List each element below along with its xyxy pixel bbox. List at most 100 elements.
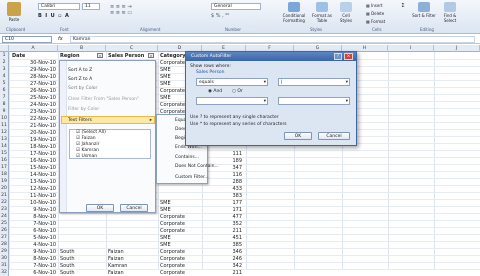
filter-by-color-item[interactable]: Filter by Color: [68, 107, 99, 112]
row-header[interactable]: 25: [0, 220, 9, 227]
row-header[interactable]: 13: [0, 136, 9, 143]
operator-2-select[interactable]: ▾: [196, 97, 268, 105]
filter-dropdown-icon[interactable]: ▾: [97, 53, 103, 58]
and-radio[interactable]: ◉ And: [208, 89, 222, 94]
or-radio[interactable]: ○ Or: [232, 89, 243, 94]
table-cell[interactable]: 6-Nov-10: [12, 270, 56, 276]
custom-filter-item[interactable]: Custom Filter...: [175, 175, 209, 180]
alignment-group-label: Alignment: [140, 27, 161, 32]
sort-filter-button[interactable]: Sort & Filter: [412, 2, 436, 18]
dialog-cancel-button[interactable]: Cancel: [318, 132, 350, 140]
filter-cancel-button[interactable]: Cancel: [120, 204, 148, 212]
column-header-j[interactable]: J: [434, 45, 480, 52]
row-header[interactable]: 16: [0, 157, 9, 164]
chevron-down-icon: ▾: [345, 80, 348, 85]
font-name-select[interactable]: Calibri: [38, 3, 80, 10]
gridline: [9, 262, 480, 263]
formula-bar: C10 fx Kamran: [0, 35, 480, 44]
text-filters-item[interactable]: Text Filters ▸: [61, 116, 155, 124]
operator-1-select[interactable]: equals ▾: [196, 78, 268, 86]
table-cell[interactable]: 211: [230, 270, 242, 276]
checkbox-jahanzir[interactable]: ☑ Jahanzir: [76, 142, 99, 147]
chevron-down-icon: ▾: [263, 80, 266, 85]
paste-button[interactable]: Paste: [3, 2, 25, 22]
row-header[interactable]: 32: [0, 269, 9, 276]
value-2-input[interactable]: ▾: [278, 97, 350, 105]
row-header[interactable]: 24: [0, 213, 9, 220]
format-as-table-button[interactable]: Format as Table: [310, 2, 334, 23]
row-header[interactable]: 14: [0, 143, 9, 150]
contains-item[interactable]: Contains...: [175, 155, 199, 160]
close-icon[interactable]: ×: [344, 53, 353, 60]
sort-a-to-z-item[interactable]: Sort A to Z: [68, 68, 92, 73]
row-header[interactable]: 23: [0, 206, 9, 213]
select-all-corner[interactable]: [0, 45, 9, 52]
delete-button[interactable]: ▦ Delete: [366, 11, 392, 16]
filter-values-list[interactable]: ☑ (Select All) ☑ Faizan ☑ Jahanzir ☑ Kam…: [69, 129, 151, 159]
number-format-buttons[interactable]: $ % , ⁰⁰: [211, 13, 261, 19]
sort-by-color-item[interactable]: Sort by Color: [68, 86, 97, 91]
table-cell[interactable]: Corporate: [160, 270, 185, 276]
row-header[interactable]: 30: [0, 255, 9, 262]
clipboard-icon: [7, 2, 21, 16]
font-size-select[interactable]: 11: [82, 3, 100, 10]
checkbox-usman[interactable]: ☑ Usman: [76, 154, 97, 159]
row-header[interactable]: 20: [0, 185, 9, 192]
value-1-input[interactable]: | ▾: [278, 78, 350, 86]
row-header[interactable]: 7: [0, 94, 9, 101]
row-header[interactable]: 29: [0, 248, 9, 255]
row-header[interactable]: 15: [0, 150, 9, 157]
checkbox-kamran[interactable]: ☑ Kamran: [76, 148, 99, 153]
filter-dropdown-icon[interactable]: ▾: [148, 53, 154, 58]
row-header[interactable]: 6: [0, 87, 9, 94]
ribbon: Paste Calibri 11 B I U ▫ A ≡ ≡ ≡ ⇥ ≡ ≡ ≡ …: [0, 0, 480, 34]
column-header-c[interactable]: C: [106, 45, 158, 52]
filter-ok-button[interactable]: OK: [86, 204, 114, 212]
format-button[interactable]: ▦ Format: [366, 19, 392, 24]
checkbox-select-all[interactable]: ☑ (Select All): [76, 130, 106, 135]
sort-filter-icon: [418, 2, 430, 12]
cell-styles-button[interactable]: Cell Styles: [336, 2, 356, 23]
row-header[interactable]: 2: [0, 59, 9, 66]
row-header[interactable]: 1: [0, 52, 9, 59]
row-header[interactable]: 28: [0, 241, 9, 248]
row-header[interactable]: 18: [0, 171, 9, 178]
row-header[interactable]: 17: [0, 164, 9, 171]
table-cell[interactable]: South: [60, 270, 75, 276]
field-name-label: Sales Person: [196, 70, 225, 75]
does-not-contain-item[interactable]: Does Not Contain...: [175, 164, 219, 169]
row-header[interactable]: 22: [0, 199, 9, 206]
column-header-b[interactable]: B: [58, 45, 106, 52]
row-header[interactable]: 8: [0, 101, 9, 108]
autosum-button[interactable]: Σ: [396, 3, 410, 9]
row-header[interactable]: 10: [0, 115, 9, 122]
row-header[interactable]: 9: [0, 108, 9, 115]
row-header[interactable]: 19: [0, 178, 9, 185]
row-header[interactable]: 27: [0, 234, 9, 241]
formula-input[interactable]: Kamran: [70, 36, 475, 43]
column-header-a[interactable]: A: [9, 45, 58, 52]
sort-z-to-a-item[interactable]: Sort Z to A: [68, 77, 92, 82]
name-box[interactable]: C10: [2, 36, 52, 43]
row-header[interactable]: 3: [0, 66, 9, 73]
clear-filter-item[interactable]: Clear Filter From "Sales Person": [68, 97, 139, 102]
row-header[interactable]: 5: [0, 80, 9, 87]
column-header-i[interactable]: I: [388, 45, 434, 52]
row-header[interactable]: 26: [0, 227, 9, 234]
find-select-button[interactable]: Find & Select: [438, 2, 462, 23]
row-header[interactable]: 21: [0, 192, 9, 199]
row-header[interactable]: 11: [0, 122, 9, 129]
row-header[interactable]: 12: [0, 129, 9, 136]
checkbox-faizan[interactable]: ☑ Faizan: [76, 136, 96, 141]
insert-button[interactable]: ▦ Insert: [366, 3, 392, 8]
font-style-buttons[interactable]: B I U ▫ A: [38, 13, 88, 19]
row-header[interactable]: 4: [0, 73, 9, 80]
alignment-buttons[interactable]: ≡ ≡ ≡ ⇥ ≡ ≡ ≡ ▭: [110, 4, 170, 16]
table-cell[interactable]: Faizan: [108, 270, 124, 276]
row-header[interactable]: 31: [0, 262, 9, 269]
number-format-select[interactable]: General: [211, 3, 261, 10]
gridline: [9, 241, 480, 242]
help-icon[interactable]: ?: [334, 53, 342, 60]
conditional-formatting-button[interactable]: Conditional Formatting: [280, 2, 308, 23]
dialog-ok-button[interactable]: OK: [284, 132, 312, 140]
